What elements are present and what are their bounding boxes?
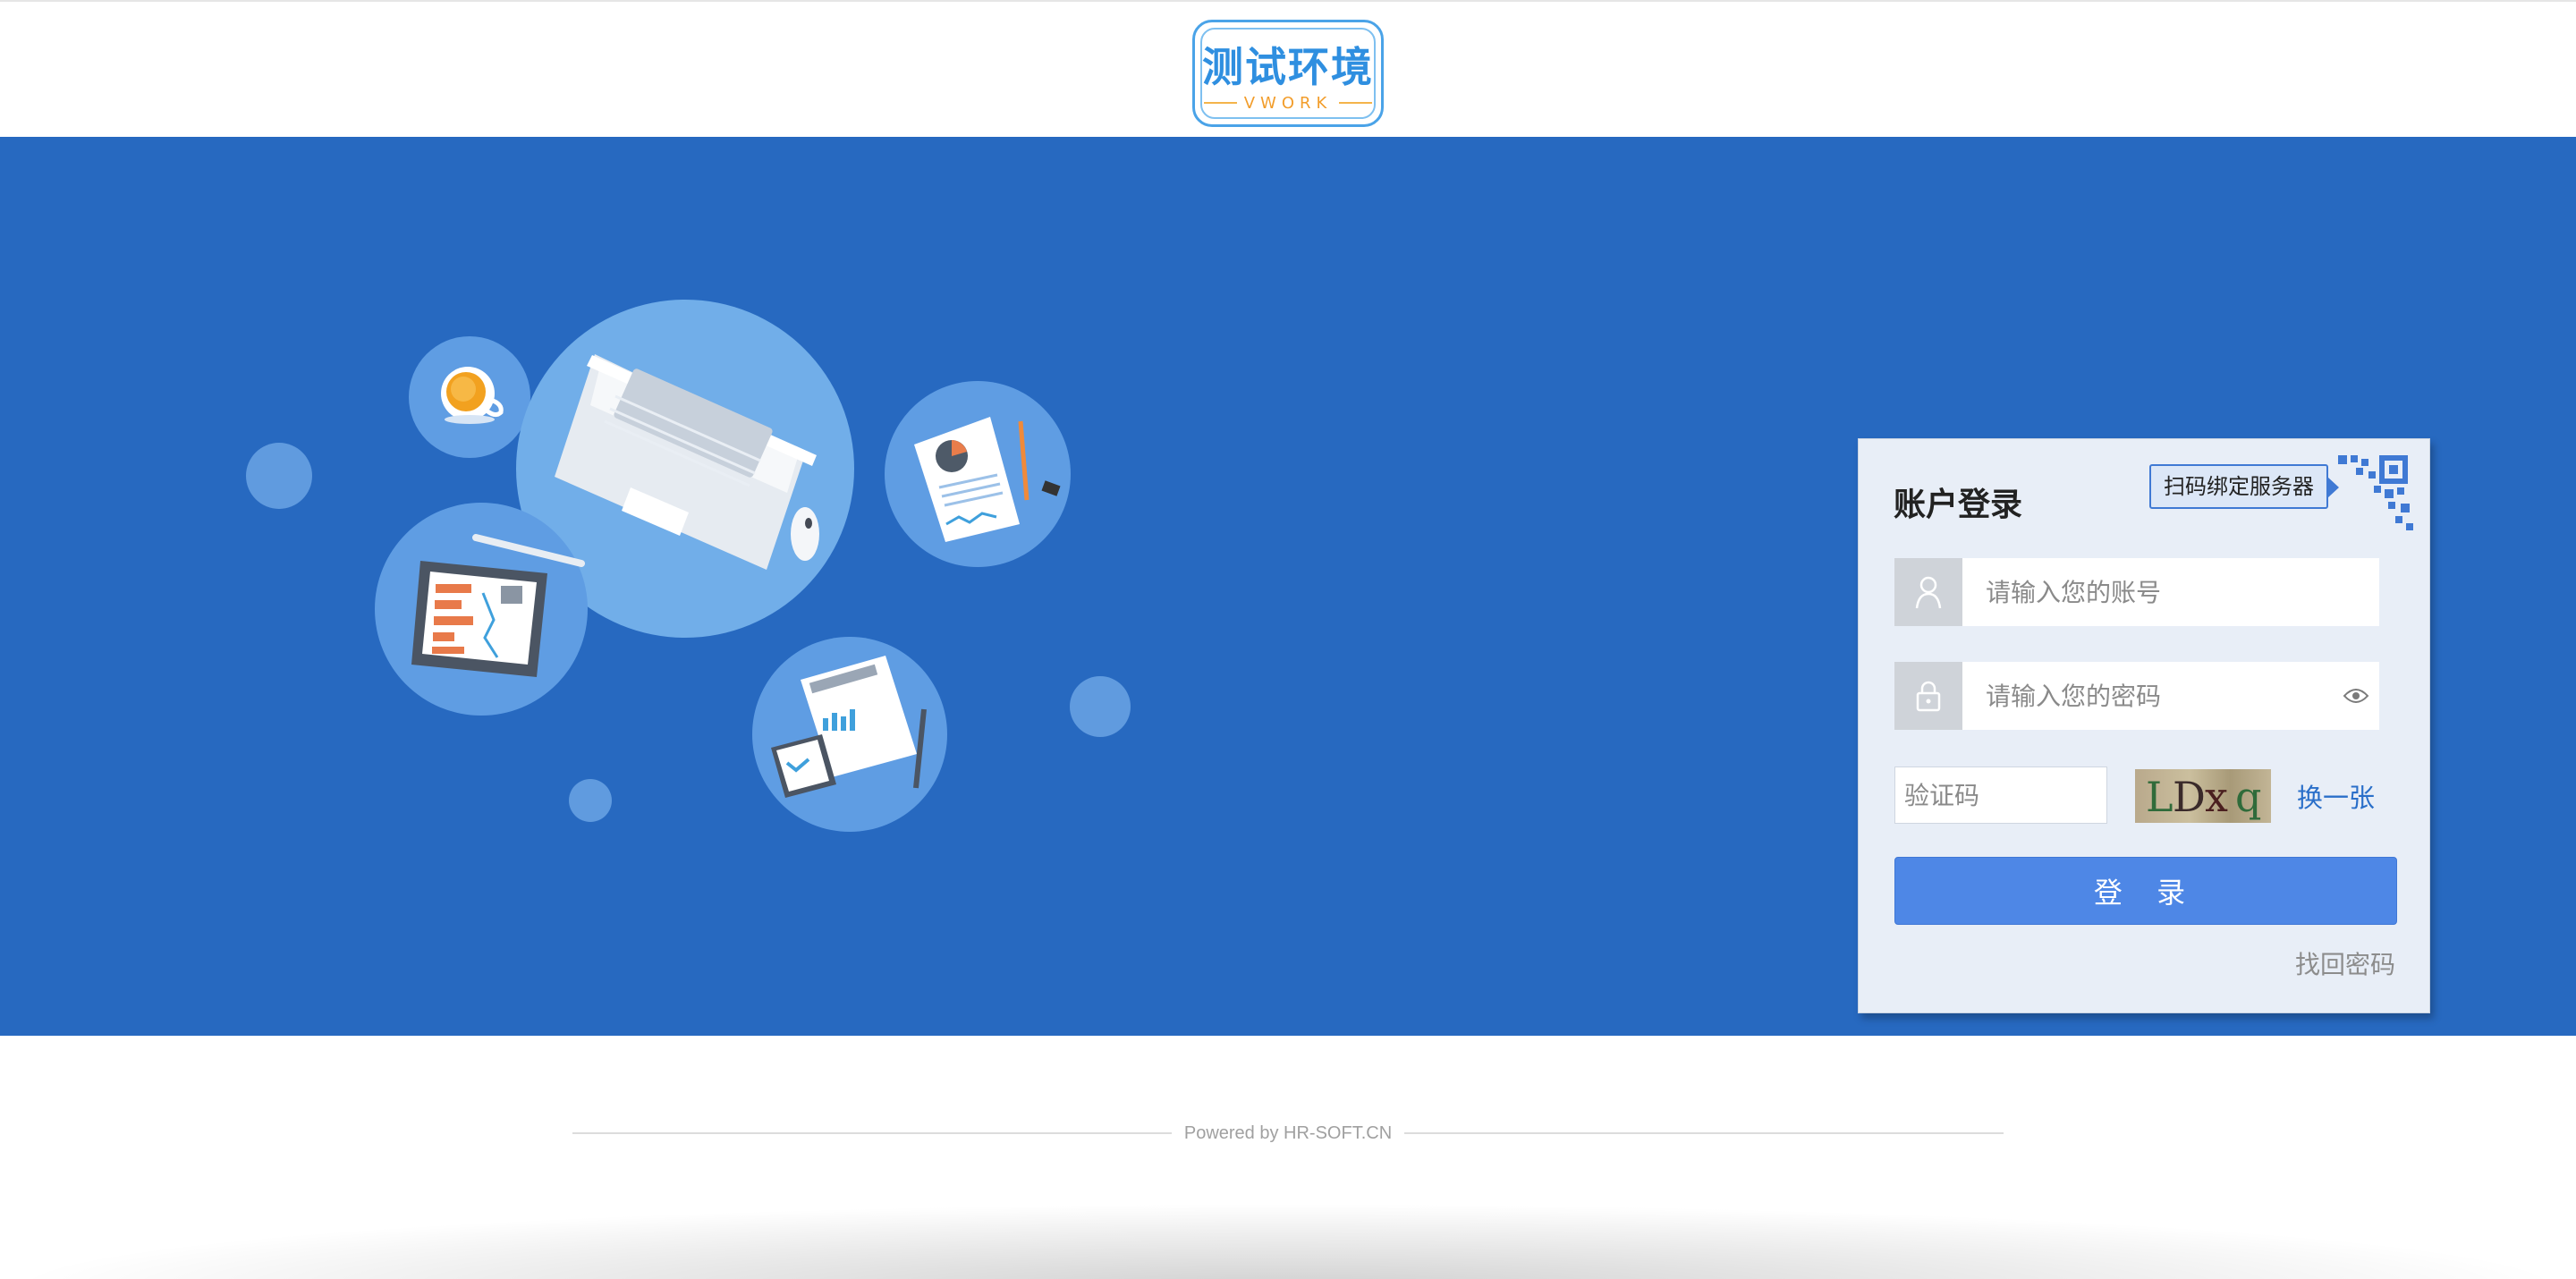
phone-icon bbox=[752, 637, 947, 832]
logo: 测试环境 VWORK bbox=[1192, 20, 1384, 127]
qr-bind-tooltip[interactable]: 扫码绑定服务器 bbox=[2149, 464, 2339, 509]
qr-code-icon[interactable] bbox=[2334, 452, 2415, 532]
bubble bbox=[1070, 676, 1131, 737]
user-icon bbox=[1894, 558, 1962, 626]
bottom-shadow bbox=[0, 1203, 2576, 1279]
footer-divider bbox=[572, 1132, 1172, 1134]
captcha-input[interactable] bbox=[1894, 767, 2107, 824]
password-input[interactable] bbox=[1962, 662, 2379, 730]
forgot-password-link[interactable]: 找回密码 bbox=[2295, 945, 2395, 981]
tablet-icon bbox=[375, 503, 588, 716]
bubble bbox=[569, 779, 612, 822]
coffee-cup-icon bbox=[409, 336, 530, 458]
powered-by: Powered by HR-SOFT.CN bbox=[572, 1123, 2004, 1143]
login-button[interactable]: 登 录 bbox=[1894, 857, 2397, 925]
password-field bbox=[1894, 662, 2379, 730]
logo-subtitle: VWORK bbox=[1243, 93, 1333, 113]
office-illustration bbox=[246, 300, 1131, 832]
username-input[interactable] bbox=[1962, 558, 2379, 626]
login-title: 账户登录 bbox=[1894, 487, 2023, 523]
logo-divider bbox=[1204, 102, 1237, 104]
footer-divider bbox=[1404, 1132, 2004, 1134]
logo-title: 测试环境 bbox=[1202, 43, 1374, 91]
lock-icon bbox=[1894, 662, 1962, 730]
logo-subtitle-row: VWORK bbox=[1204, 92, 1372, 114]
captcha-image[interactable]: L D x q bbox=[2135, 769, 2271, 823]
banner: 账户登录 扫码绑定服务器 请输入您的账号 验证码 L D x q 换一张 登 录… bbox=[0, 137, 2576, 1036]
powered-by-text: Powered by HR-SOFT.CN bbox=[1183, 1122, 1393, 1143]
login-card: 账户登录 扫码绑定服务器 请输入您的账号 验证码 L D x q 换一张 登 录… bbox=[1858, 438, 2430, 1013]
logo-divider bbox=[1339, 102, 1372, 104]
bubble bbox=[246, 443, 312, 509]
header: 测试环境 VWORK bbox=[0, 0, 2576, 137]
eye-icon[interactable] bbox=[2340, 680, 2372, 712]
refresh-captcha-link[interactable]: 换一张 bbox=[2297, 777, 2375, 815]
report-icon bbox=[885, 381, 1071, 567]
mouse-icon bbox=[791, 507, 819, 561]
username-field bbox=[1894, 558, 2379, 626]
